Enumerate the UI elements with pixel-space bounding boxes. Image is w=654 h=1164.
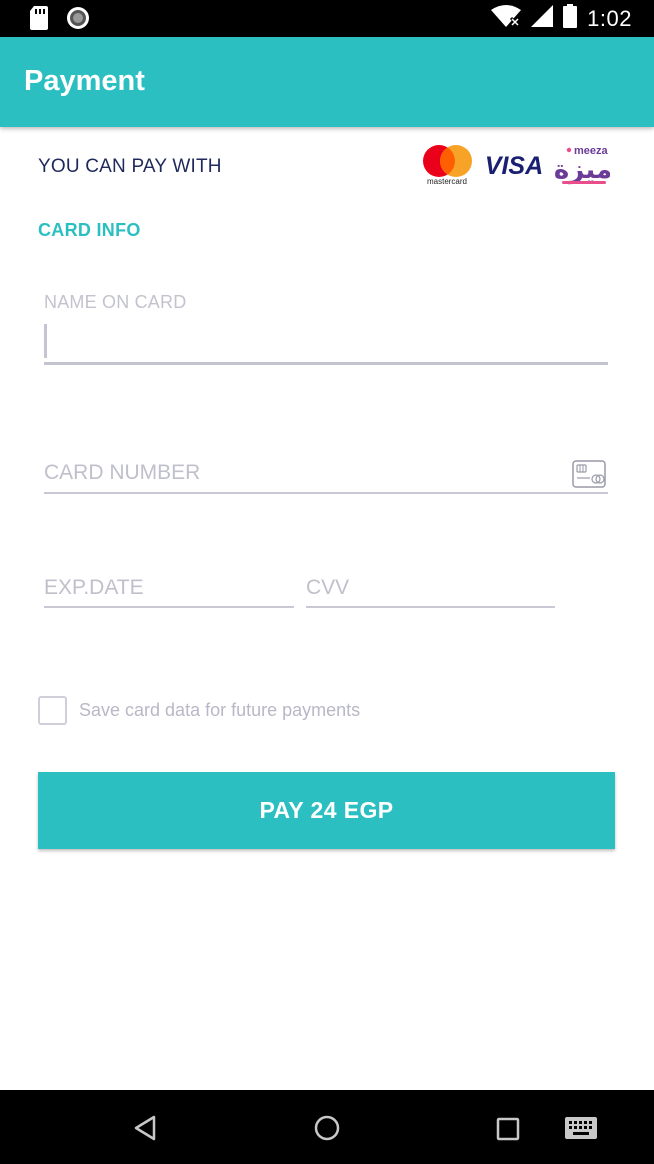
text-cursor <box>44 324 47 358</box>
navigation-bar <box>0 1090 654 1164</box>
cvv-underline <box>306 606 555 608</box>
pay-with-label: YOU CAN PAY WITH <box>38 156 222 177</box>
page-title: Payment <box>24 65 145 97</box>
exp-date-underline <box>44 606 294 608</box>
wifi-icon <box>491 4 522 33</box>
status-bar: 1:02 <box>0 0 654 37</box>
credit-card-icon <box>572 460 606 488</box>
sd-card-icon <box>30 6 48 35</box>
status-time: 1:02 <box>587 5 632 31</box>
card-number-field[interactable]: CARD NUMBER <box>44 455 608 495</box>
back-icon[interactable] <box>132 1114 158 1147</box>
card-logos: mastercard VISA meeza ميزة <box>420 142 612 188</box>
signal-icon <box>531 5 554 32</box>
battery-icon <box>563 4 578 33</box>
pay-button[interactable]: PAY 24 EGP <box>38 772 615 849</box>
card-number-underline <box>44 492 608 494</box>
exp-date-placeholder: EXP.DATE <box>44 576 144 599</box>
cvv-placeholder: CVV <box>306 576 350 599</box>
svg-text:mastercard: mastercard <box>427 177 467 186</box>
svg-text:ميزة: ميزة <box>554 155 610 185</box>
payment-screen: 1:02 Payment YOU CAN PAY WITH mastercard… <box>0 0 654 1164</box>
name-on-card-field[interactable] <box>44 320 608 366</box>
recents-icon[interactable] <box>495 1116 521 1147</box>
save-card-label[interactable]: Save card data for future payments <box>79 700 360 721</box>
meeza-logo: meeza ميزة <box>554 145 612 185</box>
cvv-field[interactable]: CVV <box>306 570 555 610</box>
home-icon[interactable] <box>313 1114 341 1147</box>
card-info-title: CARD INFO <box>38 220 141 240</box>
svg-text:VISA: VISA <box>485 152 543 180</box>
exp-date-field[interactable]: EXP.DATE <box>44 570 294 610</box>
visa-logo: VISA <box>485 152 543 180</box>
app-bar: Payment <box>0 37 654 127</box>
keyboard-icon[interactable] <box>564 1116 598 1147</box>
save-card-checkbox[interactable] <box>38 696 67 725</box>
name-on-card-underline <box>44 362 608 365</box>
name-on-card-label: NAME ON CARD <box>44 292 187 312</box>
card-number-placeholder: CARD NUMBER <box>44 461 201 484</box>
mastercard-logo: mastercard <box>423 145 472 186</box>
sync-icon <box>66 6 90 35</box>
